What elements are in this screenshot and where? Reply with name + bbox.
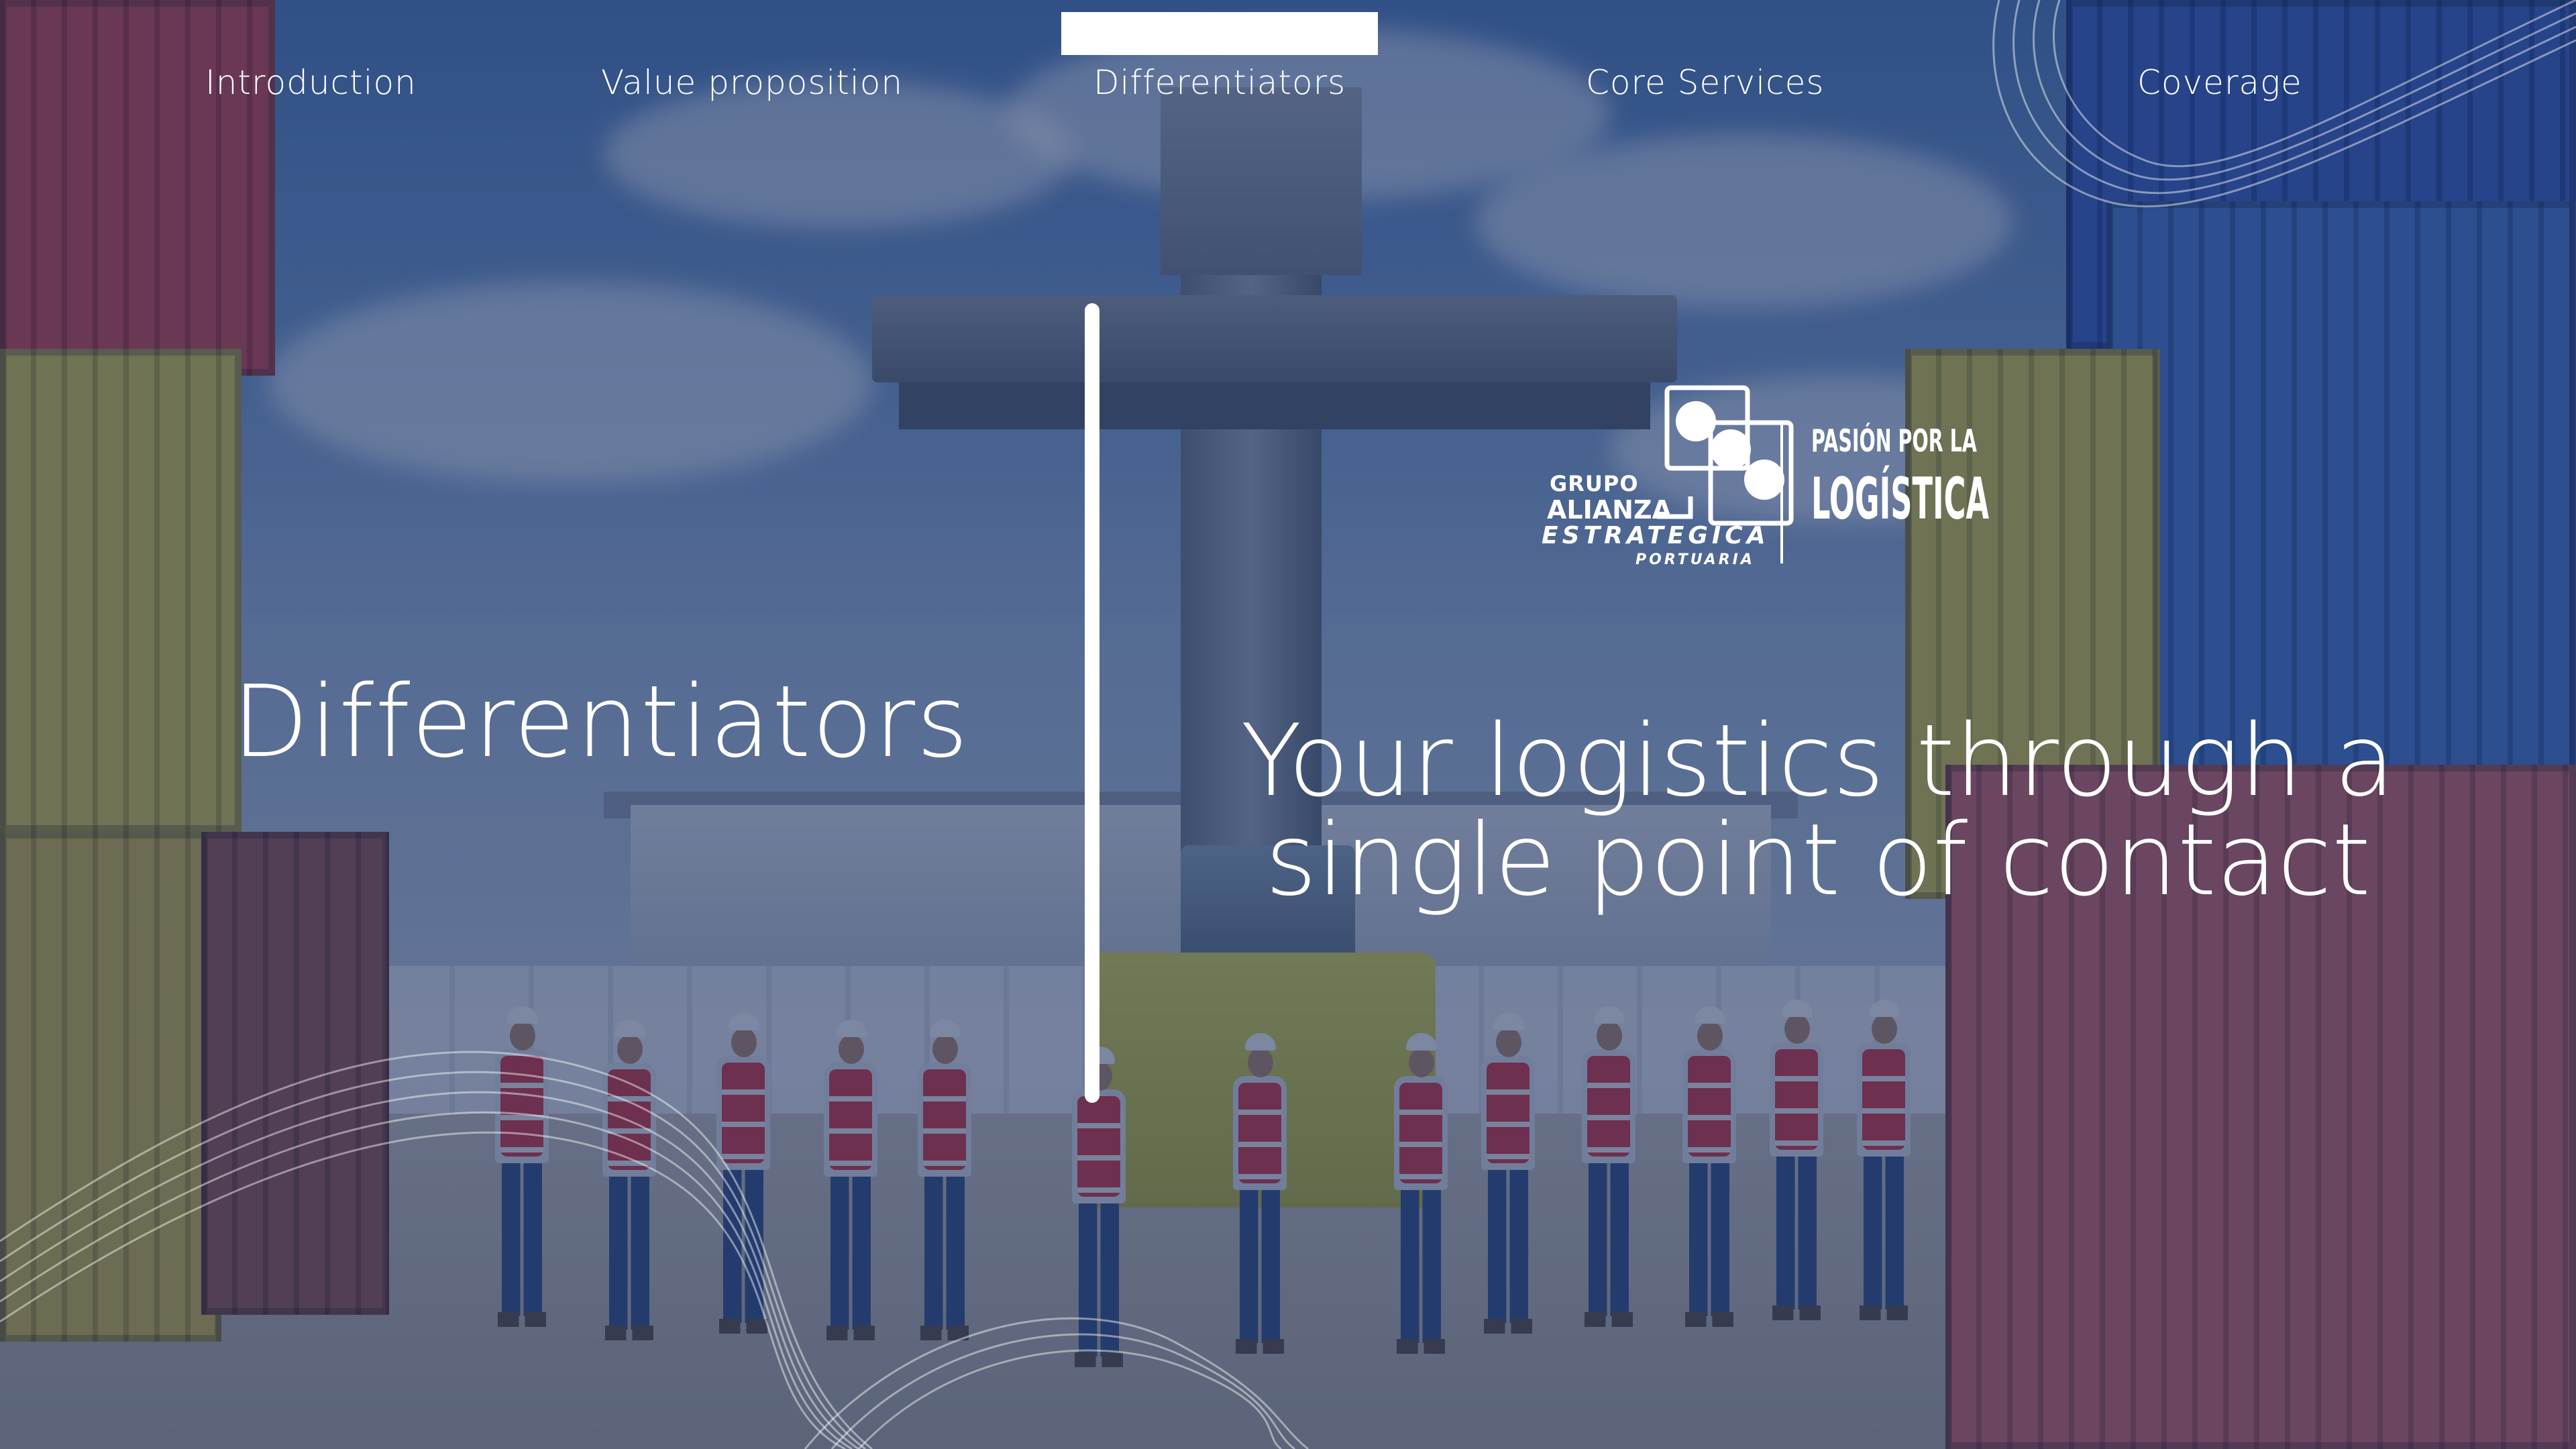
vertical-divider — [1085, 303, 1099, 1103]
company-logo: GRUPO ALIANZA ESTRATEGICA PORTUARIA PASI… — [1536, 376, 1992, 577]
nav-item-core-services[interactable]: Core Services — [1586, 63, 1824, 102]
section-title: Differentiators — [232, 664, 970, 780]
tagline-line-2: single point of contact — [1265, 802, 2371, 918]
logo-text-portuaria: PORTUARIA — [1635, 551, 1755, 568]
top-navigation: Introduction Value proposition Different… — [0, 0, 2576, 134]
logo-separator — [1780, 423, 1783, 564]
logo-text-alianza: ALIANZA — [1547, 495, 1672, 525]
logo-slogan-line2: LOGÍSTICA — [1811, 466, 1990, 533]
nav-item-coverage[interactable]: Coverage — [2137, 63, 2302, 102]
nav-item-differentiators[interactable]: Differentiators — [1093, 63, 1346, 102]
logo-text-grupo: GRUPO — [1550, 471, 1639, 496]
logo-text-estrategica: ESTRATEGICA — [1542, 522, 1770, 549]
tagline: Your logistics through a single point of… — [1208, 711, 2428, 910]
slide: Introduction Value proposition Different… — [0, 0, 2576, 1449]
active-tab-indicator — [1061, 12, 1378, 55]
tagline-line-1: Your logistics through a — [1240, 703, 2396, 818]
logo-slogan-line1: PASIÓN POR LA — [1811, 423, 1977, 459]
nav-item-introduction[interactable]: Introduction — [205, 63, 417, 102]
nav-item-value-proposition[interactable]: Value proposition — [601, 63, 903, 102]
